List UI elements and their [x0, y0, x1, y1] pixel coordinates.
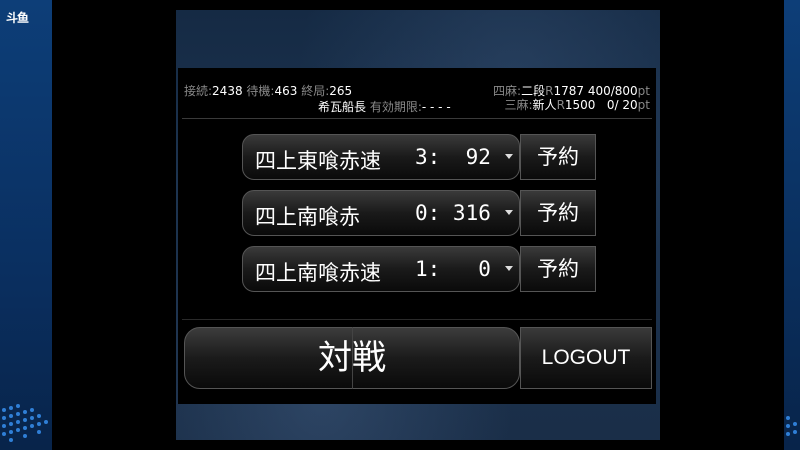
battle-button-divider: [352, 327, 353, 389]
user-name: 希瓦船長: [318, 100, 367, 114]
dot-pattern-decoration: [2, 404, 48, 442]
waiting-label: 待機:: [246, 84, 275, 98]
lobby-panel: 接続:2438 待機:463 終局:265 希瓦船長 有効期限:- - - - …: [178, 68, 656, 404]
reserve-button[interactable]: 予約: [520, 190, 596, 236]
rank-dan: 新人: [532, 98, 557, 112]
reserve-button[interactable]: 予約: [520, 246, 596, 292]
rating-label: R: [556, 98, 565, 112]
game-mode-select[interactable]: 四上南喰赤 0: 316: [242, 190, 520, 236]
logout-button[interactable]: LOGOUT: [520, 327, 652, 389]
dot-pattern-decoration: [786, 416, 797, 436]
game-mode-select[interactable]: 四上東喰赤速 3: 92: [242, 134, 520, 180]
dropdown-arrow-icon: [505, 266, 513, 271]
game-window: 接続:2438 待機:463 終局:265 希瓦船長 有効期限:- - - - …: [176, 10, 660, 440]
game-mode-label: 四上東喰赤速: [255, 149, 381, 173]
expiry-value: - - - -: [421, 100, 451, 114]
waiting-count: 463: [274, 84, 298, 98]
game-mode-count: 3: 92: [415, 145, 491, 169]
game-mode-label: 四上南喰赤速: [255, 261, 381, 285]
game-mode-count: 1: 0: [415, 257, 491, 281]
rating-value: 1500: [564, 98, 596, 112]
dropdown-arrow-icon: [505, 154, 513, 159]
dropdown-arrow-icon: [505, 210, 513, 215]
stream-logo: 斗鱼: [6, 11, 29, 25]
points-unit: pt: [637, 98, 650, 112]
actions-divider: [182, 319, 652, 320]
finished-count: 265: [329, 84, 353, 98]
connections-count: 2438: [212, 84, 243, 98]
finished-label: 終局:: [301, 84, 330, 98]
server-stats: 接続:2438 待機:463 終局:265: [184, 82, 352, 99]
rank-mode-label: 三麻:: [504, 98, 533, 112]
game-mode-count: 0: 316: [415, 201, 491, 225]
game-mode-label: 四上南喰赤: [255, 205, 360, 229]
left-overlay-bar: 斗鱼: [0, 0, 52, 450]
user-info: 希瓦船長 有効期限:- - - -: [318, 98, 451, 115]
rank-three-player: 三麻:新人R1500 0/ 20pt: [505, 96, 651, 113]
expiry-label: 有効期限:: [369, 100, 422, 114]
game-mode-select[interactable]: 四上南喰赤速 1: 0: [242, 246, 520, 292]
connections-label: 接続:: [184, 84, 213, 98]
header-divider: [182, 118, 652, 119]
reserve-button[interactable]: 予約: [520, 134, 596, 180]
right-overlay-bar: [784, 0, 800, 450]
rank-points: 0/ 20: [599, 98, 638, 112]
